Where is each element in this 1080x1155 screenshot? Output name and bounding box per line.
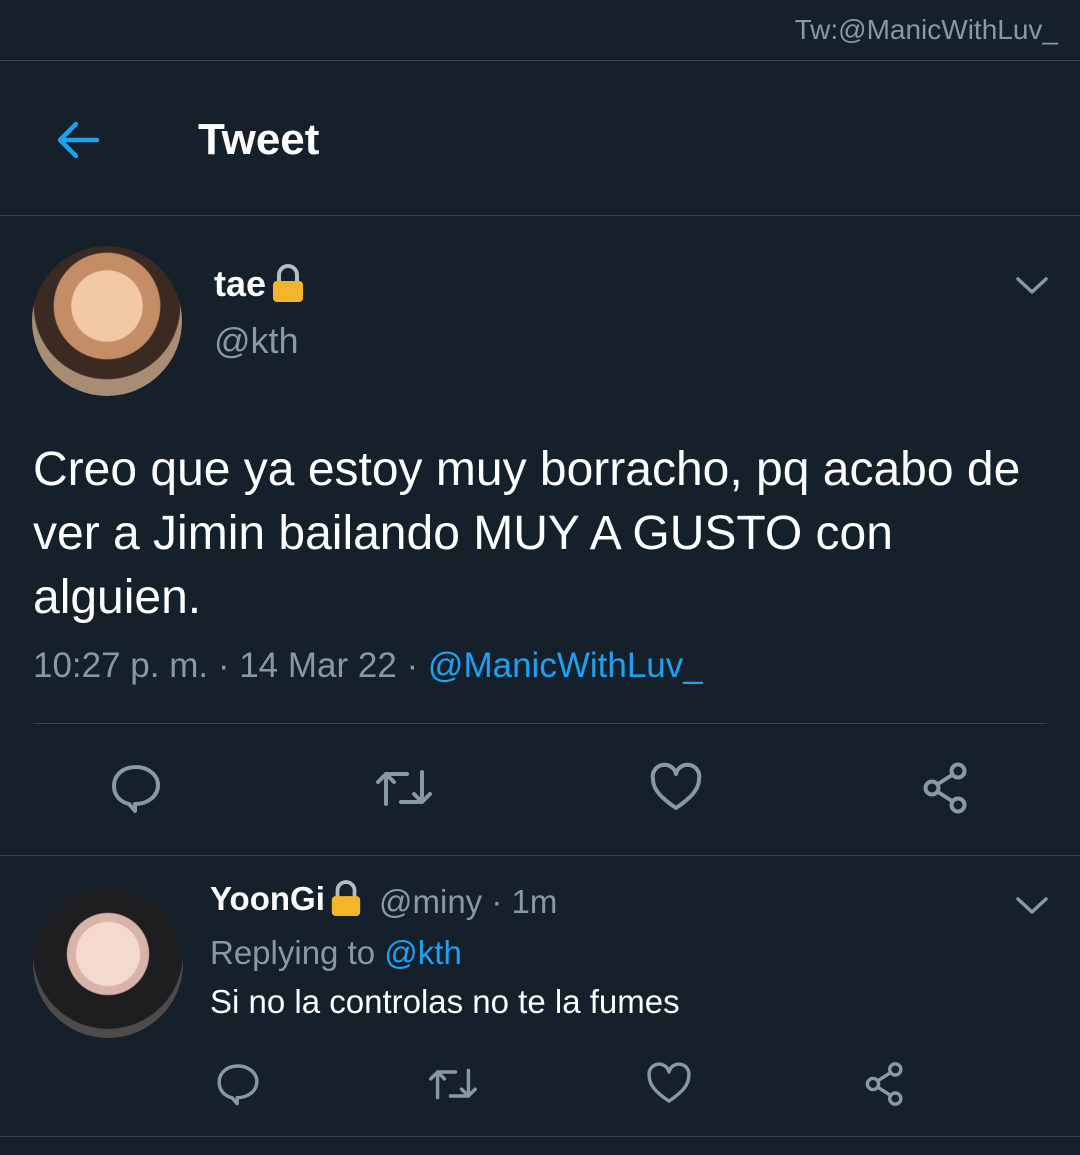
share-icon (865, 1062, 903, 1106)
reply-author-name: YoonGi (210, 880, 325, 917)
chevron-down-icon (1016, 897, 1048, 914)
tweet-options-button[interactable] (1010, 264, 1054, 308)
replying-to-label: Replying to (210, 934, 376, 971)
reply-meta: @miny · 1m (379, 883, 557, 921)
replying-to-handle-link[interactable]: @kth (384, 934, 462, 971)
back-arrow-icon (57, 121, 100, 159)
meta-divider (33, 723, 1047, 724)
retweet-button[interactable] (372, 756, 436, 820)
reply-author-avatar[interactable] (33, 888, 183, 1038)
top-divider (0, 60, 1080, 61)
share-icon (923, 762, 967, 814)
reply-reply-button[interactable] (206, 1052, 270, 1116)
reply-options-button[interactable] (1010, 884, 1054, 928)
tweet-source-link[interactable]: @ManicWithLuv_ (428, 646, 703, 685)
chevron-down-icon (1016, 277, 1048, 294)
reply-share-button[interactable] (853, 1052, 917, 1116)
tweet-time: 10:27 p. m. (33, 646, 209, 685)
page-title: Tweet (198, 115, 320, 164)
meta-separator: · (396, 646, 428, 685)
replying-to: Replying to @kth (210, 934, 462, 972)
reply-age: 1m (511, 883, 558, 920)
retweet-icon (429, 1068, 477, 1100)
reply-divider (0, 1136, 1080, 1137)
share-button[interactable] (914, 756, 978, 820)
lock-icon (331, 880, 361, 916)
author-name: tae (214, 263, 267, 304)
reply-author-handle[interactable]: @miny (379, 883, 482, 920)
like-button[interactable] (644, 756, 708, 820)
reply-button[interactable] (104, 756, 168, 820)
tweet-text: Creo que ya estoy muy borracho, pq acabo… (33, 443, 1021, 624)
reply-text: Si no la controlas no te la fumes (210, 983, 680, 1020)
back-button[interactable] (50, 112, 106, 168)
like-icon (647, 1062, 691, 1103)
meta-separator: · (208, 646, 240, 685)
reply-icon (217, 1064, 259, 1106)
like-icon (650, 762, 702, 810)
header-divider (0, 215, 1080, 216)
reply-author-name-row[interactable]: YoonGi (210, 880, 363, 918)
tweet-date: 14 Mar 22 (239, 646, 397, 685)
watermark-text: Tw:@ManicWithLuv_ (794, 14, 1058, 45)
reply-icon (112, 765, 160, 813)
retweet-icon (376, 770, 432, 806)
author-avatar[interactable] (32, 246, 182, 396)
tweet-divider (0, 855, 1080, 856)
tweet-meta: 10:27 p. m. · 14 Mar 22 · @ManicWithLuv_ (33, 646, 703, 686)
author-handle[interactable]: @kth (214, 320, 299, 362)
author-name-row[interactable]: tae (214, 263, 306, 305)
reply-retweet-button[interactable] (421, 1052, 485, 1116)
meta-separator: · (482, 883, 512, 920)
reply-like-button[interactable] (637, 1052, 701, 1116)
lock-icon (273, 264, 304, 302)
